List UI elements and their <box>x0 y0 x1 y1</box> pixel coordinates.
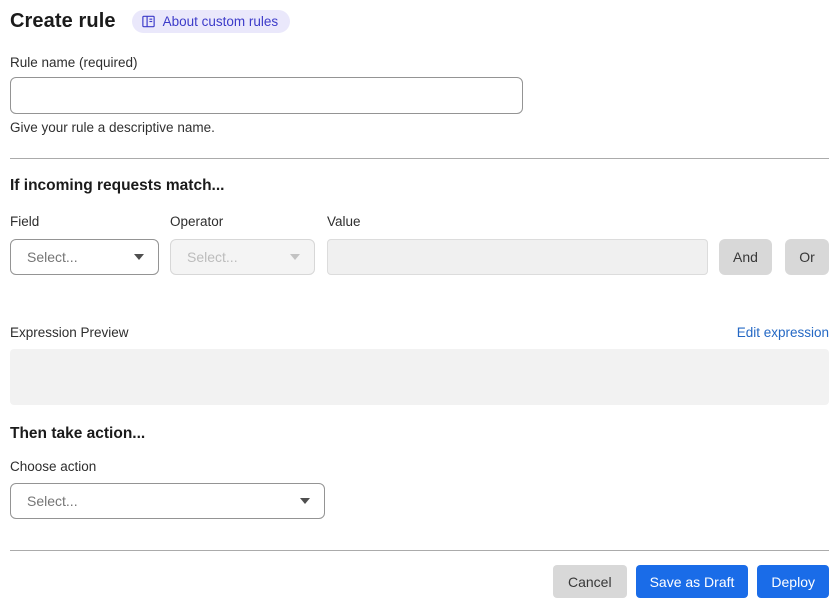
operator-column: Operator Select... <box>170 214 315 275</box>
field-label: Field <box>10 214 40 229</box>
rule-name-input[interactable] <box>10 77 523 114</box>
footer-divider <box>10 550 829 551</box>
field-column: Field Select... <box>10 214 159 275</box>
chevron-down-icon <box>134 254 144 260</box>
match-section-heading: If incoming requests match... <box>10 177 225 194</box>
and-button[interactable]: And <box>719 239 772 275</box>
choose-action-select[interactable]: Select... <box>10 483 325 519</box>
expression-preview-header: Expression Preview Edit expression <box>10 325 829 340</box>
value-column: Value <box>327 214 708 275</box>
save-as-draft-button[interactable]: Save as Draft <box>635 565 749 598</box>
rule-name-helper: Give your rule a descriptive name. <box>10 120 215 135</box>
operator-label: Operator <box>170 214 224 229</box>
about-custom-rules-link[interactable]: About custom rules <box>131 10 291 33</box>
choose-action-label: Choose action <box>10 459 97 474</box>
operator-select: Select... <box>170 239 315 275</box>
value-label: Value <box>327 214 361 229</box>
operator-select-value: Select... <box>187 249 238 265</box>
page-header: Create rule About custom rules <box>10 10 829 33</box>
cancel-button[interactable]: Cancel <box>552 565 627 598</box>
chevron-down-icon <box>300 498 310 504</box>
rule-name-label: Rule name (required) <box>10 55 138 70</box>
chevron-down-icon <box>290 254 300 260</box>
edit-expression-link[interactable]: Edit expression <box>737 325 829 340</box>
about-custom-rules-label: About custom rules <box>162 14 279 29</box>
choose-action-value: Select... <box>27 493 78 509</box>
section-divider <box>10 158 829 159</box>
field-select-value: Select... <box>27 249 78 265</box>
book-icon <box>141 14 156 29</box>
create-rule-page: Create rule About custom rules Rule name… <box>0 0 839 610</box>
expression-preview-box <box>10 349 829 405</box>
deploy-button[interactable]: Deploy <box>757 565 829 598</box>
page-title: Create rule <box>10 10 116 32</box>
or-button[interactable]: Or <box>785 239 829 275</box>
field-select[interactable]: Select... <box>10 239 159 275</box>
match-builder-row: Field Select... Operator Select... Value… <box>10 214 829 275</box>
footer-actions: Cancel Save as Draft Deploy <box>10 565 829 598</box>
action-section-heading: Then take action... <box>10 425 146 442</box>
expression-preview-label: Expression Preview <box>10 325 129 340</box>
value-input <box>327 239 708 275</box>
